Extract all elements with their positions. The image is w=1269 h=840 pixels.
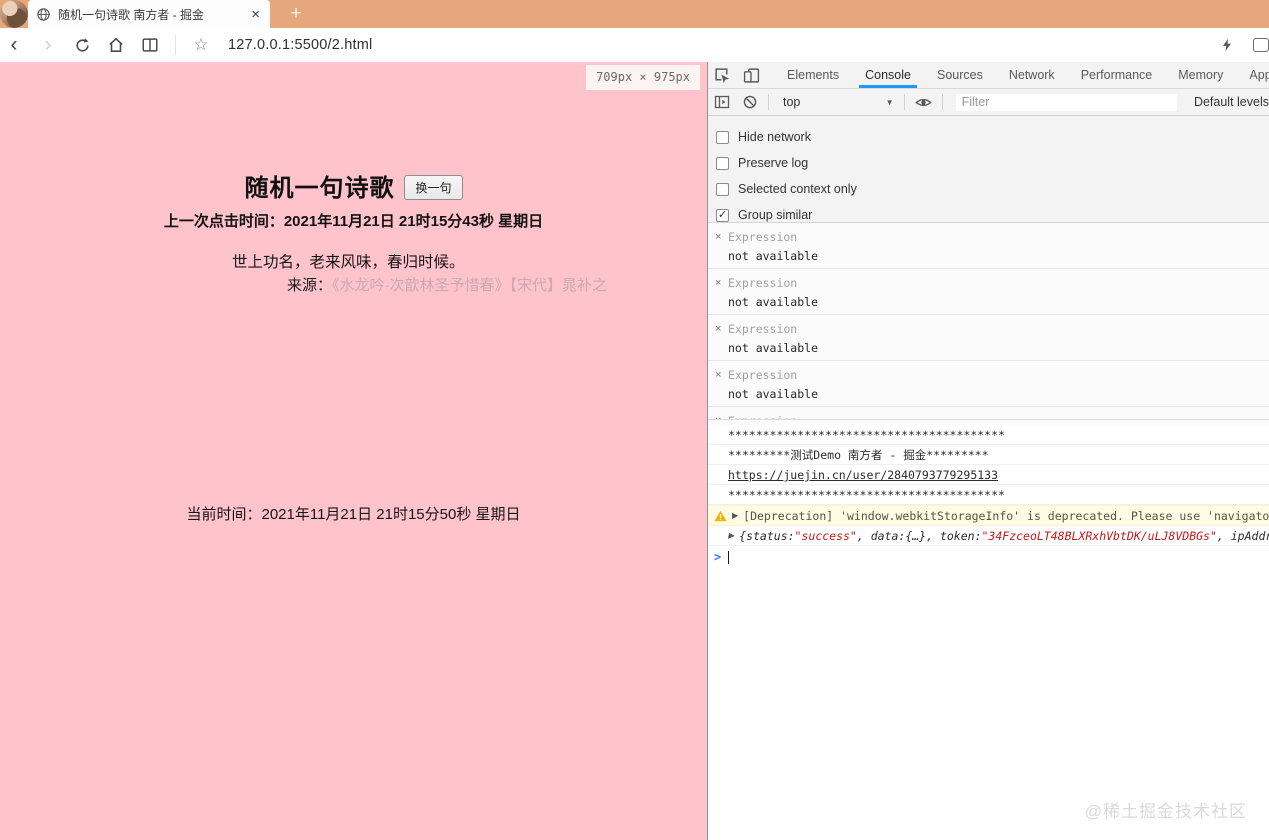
- console-toolbar: top ▼ Default levels: [708, 89, 1269, 116]
- title-row: 随机一句诗歌 换一句: [0, 168, 707, 203]
- page-title: 随机一句诗歌: [244, 175, 395, 202]
- live-expression[interactable]: × Expression not available: [708, 315, 1269, 361]
- toolbar-divider: [175, 35, 176, 55]
- back-icon[interactable]: ‹: [3, 34, 25, 56]
- tab-performance[interactable]: Performance: [1075, 62, 1159, 88]
- checkbox[interactable]: [716, 156, 729, 170]
- extension-icon[interactable]: [1253, 38, 1269, 52]
- filter-input[interactable]: [954, 92, 1178, 112]
- toolbar-divider: [941, 94, 943, 110]
- checkbox[interactable]: [716, 130, 729, 144]
- remove-expression-icon[interactable]: ×: [715, 323, 728, 335]
- change-poem-button[interactable]: 换一句: [404, 174, 463, 200]
- remove-expression-icon[interactable]: ×: [715, 277, 728, 289]
- log-levels-dropdown[interactable]: Default levels: [1194, 95, 1269, 109]
- live-expressions: × Expression not available × Expression no…: [708, 223, 1269, 425]
- context-selector[interactable]: top ▼: [773, 95, 900, 109]
- last-click-time: 上一次点击时间：2021年11月21日 21时15分43秒 星期日: [163, 213, 544, 230]
- tab-console[interactable]: Console: [859, 62, 917, 88]
- setting-preserve-log[interactable]: Preserve log: [716, 150, 1269, 176]
- juejin-watermark: @稀土掘金技术社区: [1084, 802, 1247, 821]
- setting-selected-context-only[interactable]: Selected context only: [716, 176, 1269, 202]
- tab-memory[interactable]: Memory: [1172, 62, 1229, 88]
- bookmark-star-icon[interactable]: ☆: [190, 34, 212, 56]
- tab-application[interactable]: Application: [1243, 62, 1269, 88]
- poem-source: 来源：《水龙吟·次歆林圣予惜春》【宋代】晁补之: [287, 274, 607, 295]
- page-content: 709px × 975px 随机一句诗歌 换一句 上一次点击时间：2021年11…: [0, 62, 707, 840]
- live-expression-eye-icon[interactable]: [909, 94, 938, 111]
- checkbox[interactable]: [716, 182, 729, 196]
- console-messages: ****************************************…: [708, 425, 1269, 568]
- prompt-chevron-icon: >: [714, 550, 722, 564]
- lightning-icon[interactable]: [1216, 37, 1238, 53]
- reading-list-icon[interactable]: [139, 36, 161, 54]
- live-expression[interactable]: × Expression not available: [708, 361, 1269, 407]
- setting-hide-network[interactable]: Hide network: [716, 124, 1269, 150]
- browser-tab[interactable]: 随机一句诗歌 南方者 - 掘金 ×: [28, 0, 270, 28]
- refresh-icon[interactable]: [71, 37, 93, 54]
- console-link[interactable]: https://juejin.cn/user/2840793779295133: [728, 468, 998, 482]
- context-label: top: [782, 95, 801, 109]
- source-label: 来源：: [287, 277, 333, 294]
- tab-elements[interactable]: Elements: [781, 62, 845, 88]
- source-title: 《水龙吟·次歆林圣予惜春》【宋代】晁补之: [332, 277, 608, 294]
- forward-icon[interactable]: ›: [37, 34, 59, 56]
- address-bar[interactable]: 127.0.0.1:5500/2.html: [228, 37, 1210, 53]
- remove-expression-icon[interactable]: ×: [715, 231, 728, 243]
- warning-text: [Deprecation] 'window.webkitStorageInfo'…: [743, 509, 1269, 523]
- browser-window: 随机一句诗歌 南方者 - 掘金 × + ‹ › ☆ 127.0.0.1:5500…: [0, 0, 1269, 840]
- poem-text: 世上功名，老来风味，春归时候。: [232, 254, 465, 271]
- inspect-element-icon[interactable]: [708, 67, 737, 84]
- remove-expression-icon[interactable]: ×: [715, 369, 728, 381]
- console-log: ****************************************: [708, 485, 1269, 505]
- console-settings: Hide network Preserve log Selected conte…: [708, 116, 1269, 223]
- expand-arrow-icon[interactable]: ▶: [728, 528, 734, 544]
- tab-strip: 随机一句诗歌 南方者 - 掘金 × +: [0, 0, 1269, 28]
- console-log: *********测试Demo 南方者 - 掘金*********: [708, 445, 1269, 465]
- devtools-panel: Elements Console Sources Network Perform…: [707, 62, 1269, 840]
- viewport-size-tooltip: 709px × 975px: [586, 65, 700, 90]
- globe-icon: [37, 7, 50, 21]
- warning-icon: [714, 510, 727, 522]
- console-prompt[interactable]: >: [708, 546, 1269, 568]
- live-expression[interactable]: × Expression not available: [708, 223, 1269, 269]
- tab-sources[interactable]: Sources: [931, 62, 989, 88]
- current-time: 当前时间：2021年11月21日 21时15分50秒 星期日: [186, 506, 521, 523]
- home-icon[interactable]: [105, 36, 127, 54]
- browser-toolbar: ‹ › ☆ 127.0.0.1:5500/2.html: [0, 28, 1269, 62]
- chevron-down-icon: ▼: [885, 97, 894, 107]
- profile-avatar[interactable]: [0, 0, 28, 28]
- expand-arrow-icon[interactable]: ▶: [732, 508, 738, 524]
- checkbox-checked[interactable]: ✓: [716, 208, 729, 222]
- toolbar-divider: [768, 94, 769, 110]
- console-warning: ▶ [Deprecation] 'window.webkitStorageInf…: [708, 505, 1269, 526]
- text-cursor: [728, 550, 730, 564]
- console-object: ▶ {status: "success", data: {…}, token: …: [708, 526, 1269, 546]
- toolbar-right: [1210, 37, 1269, 53]
- console-log: https://juejin.cn/user/2840793779295133: [708, 465, 1269, 485]
- devtools-tabbar: Elements Console Sources Network Perform…: [708, 62, 1269, 89]
- live-expression[interactable]: × Expression not available: [708, 269, 1269, 315]
- remove-expression-icon[interactable]: ×: [715, 415, 728, 420]
- tab-title: 随机一句诗歌 南方者 - 掘金: [58, 7, 204, 22]
- new-tab-button[interactable]: +: [284, 2, 308, 26]
- console-sidebar-icon[interactable]: [708, 94, 736, 110]
- console-log: ****************************************: [708, 425, 1269, 445]
- device-toolbar-icon[interactable]: [737, 67, 766, 84]
- clear-console-icon[interactable]: [736, 94, 764, 110]
- live-expression[interactable]: ×Expression: [708, 407, 1269, 420]
- tab-close-icon[interactable]: ×: [249, 7, 262, 22]
- tab-network[interactable]: Network: [1003, 62, 1061, 88]
- toolbar-divider: [903, 94, 905, 110]
